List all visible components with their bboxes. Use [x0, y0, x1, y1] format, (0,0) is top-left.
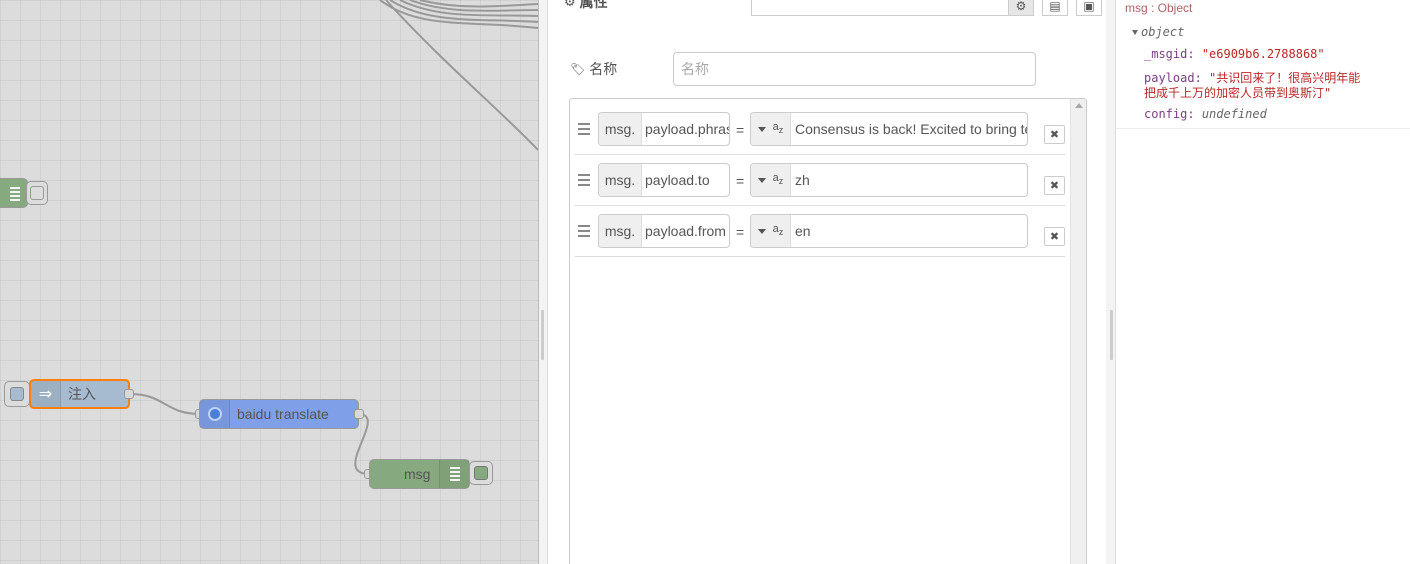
value-text: zh [795, 172, 810, 188]
object-label: object [1141, 25, 1185, 39]
tag-icon: 🏷 [570, 62, 586, 76]
debug-message-topic: msg : Object [1125, 1, 1193, 15]
operator-label: = [736, 224, 745, 240]
drag-handle-icon[interactable] [578, 225, 590, 237]
field-key: _msgid: [1144, 47, 1195, 61]
drag-handle-icon[interactable] [578, 174, 590, 186]
translate-node-label: baidu translate [237, 406, 329, 422]
remove-rule-button[interactable]: ✖ [1044, 227, 1065, 246]
value-input[interactable]: az en [750, 214, 1028, 248]
debug-sidebar: msg : Object object _msgid: "e6909b6.278… [1116, 0, 1410, 564]
msg-prefix: msg. [599, 113, 642, 145]
drag-handle-icon[interactable] [578, 123, 590, 135]
properties-section-label: ⚙ 属性 [564, 0, 608, 12]
msg-prefix: msg. [599, 215, 642, 247]
close-icon: ✖ [1049, 231, 1060, 243]
debug-toggle-button[interactable] [26, 181, 48, 205]
node-properties-panel: ⚙ 属性 ⚙ ▤ ▣ 🏷 名称 msg. payload.phrase = [547, 0, 1107, 564]
document-icon: ▤ [1049, 0, 1061, 13]
sidebar-resize-handle[interactable] [1110, 310, 1113, 360]
scroll-up-icon[interactable] [1075, 103, 1083, 108]
edit-tray: ⚙ 属性 ⚙ ▤ ▣ 🏷 名称 msg. payload.phrase = [538, 0, 1110, 564]
value-type-select[interactable]: az [751, 215, 791, 247]
debug-message[interactable]: msg : Object object _msgid: "e6909b6.278… [1116, 0, 1410, 129]
image-icon: ▣ [1083, 0, 1095, 13]
debug-node-label: msg [404, 466, 431, 482]
field-value: "e6909b6.2788868" [1201, 47, 1325, 61]
rule-row: msg. payload.phrase = az Consensus is ba… [575, 104, 1065, 155]
settings-tab-button[interactable]: ⚙ [1008, 0, 1034, 16]
debug-node-toggle-button[interactable] [469, 461, 493, 485]
name-label-text: 名称 [589, 61, 618, 77]
value-type-select[interactable]: az [751, 113, 791, 145]
tray-resize-handle[interactable] [541, 310, 544, 360]
field-value: undefined [1201, 107, 1267, 121]
caret-down-icon [757, 177, 766, 183]
name-input[interactable] [673, 52, 1036, 86]
value-input[interactable]: az Consensus is back! Excited to bring t… [750, 112, 1028, 146]
debug-field-msgid: _msgid: "e6909b6.2788868" [1144, 47, 1325, 61]
value-input[interactable]: az zh [750, 163, 1028, 197]
operator-label: = [736, 122, 745, 138]
inject-node-icon-area: ⇒ [31, 381, 61, 407]
value-text: en [795, 223, 811, 239]
operator-label: = [736, 173, 745, 189]
sidebar-separator [1106, 0, 1116, 564]
field-key: config: [1144, 107, 1195, 121]
translate-output-port[interactable] [354, 409, 364, 419]
list-icon [449, 467, 460, 481]
arrow-right-icon: ⇒ [38, 386, 53, 403]
field-key: payload: [1144, 71, 1202, 85]
baidu-translate-node[interactable]: baidu translate [199, 399, 359, 429]
partial-debug-node[interactable] [0, 178, 28, 208]
gear-icon: ⚙ [564, 0, 576, 9]
debug-field-config: config: undefined [1144, 107, 1267, 121]
inject-output-port[interactable] [124, 389, 134, 399]
string-type-icon: az [772, 223, 784, 238]
property-value: payload.phrase [645, 121, 729, 137]
msg-debug-node[interactable]: msg [369, 459, 470, 489]
property-input[interactable]: msg. payload.phrase [598, 112, 730, 146]
object-toggle[interactable]: object [1132, 25, 1184, 39]
close-icon: ✖ [1049, 129, 1060, 141]
triangle-down-icon [1132, 29, 1138, 35]
wire-inject-translate[interactable] [129, 393, 201, 415]
remove-rule-button[interactable]: ✖ [1044, 125, 1065, 144]
caret-down-icon [757, 126, 766, 132]
translate-node-icon-area [200, 400, 230, 428]
value-type-select[interactable]: az [751, 164, 791, 196]
gear-icon: ⚙ [1015, 0, 1027, 13]
property-input[interactable]: msg. payload.from [598, 214, 730, 248]
value-text: Consensus is back! Excited to bring te [795, 121, 1028, 137]
background-wires [379, 0, 538, 151]
rules-list: msg. payload.phrase = az Consensus is ba… [569, 98, 1087, 564]
property-value: payload.from [645, 223, 726, 239]
name-field-label: 🏷 名称 [570, 59, 617, 79]
appearance-tab-button[interactable]: ▣ [1076, 0, 1102, 16]
string-type-icon: az [772, 121, 784, 136]
list-icon [10, 187, 20, 201]
inject-node[interactable]: ⇒ 注入 [29, 379, 130, 409]
inject-node-label: 注入 [68, 386, 96, 402]
flow-workspace[interactable]: ⇒ 注入 baidu translate msg [0, 0, 538, 564]
remove-rule-button[interactable]: ✖ [1044, 176, 1065, 195]
property-value: payload.to [645, 172, 710, 188]
field-value: "共识回来了！很高兴明年能 [1209, 71, 1361, 85]
inject-trigger-button[interactable] [4, 381, 30, 407]
msg-prefix: msg. [599, 164, 642, 196]
description-tab-button[interactable]: ▤ [1042, 0, 1068, 16]
rules-scrollbar[interactable] [1070, 99, 1086, 564]
rule-row: msg. payload.from = az en ✖ [575, 206, 1065, 257]
rule-row: msg. payload.to = az zh ✖ [575, 155, 1065, 206]
debug-field-payload-cont: 把成千上万的加密人员带到奥斯汀" [1144, 84, 1331, 101]
field-value-continued: 把成千上万的加密人员带到奥斯汀" [1144, 86, 1332, 100]
close-icon: ✖ [1049, 180, 1060, 192]
debug-node-icon-area [439, 460, 469, 488]
tray-header-field[interactable] [751, 0, 1009, 16]
property-input[interactable]: msg. payload.to [598, 163, 730, 197]
properties-label-text: 属性 [579, 0, 608, 10]
baidu-logo-icon [207, 407, 222, 421]
caret-down-icon [757, 228, 766, 234]
string-type-icon: az [772, 172, 784, 187]
